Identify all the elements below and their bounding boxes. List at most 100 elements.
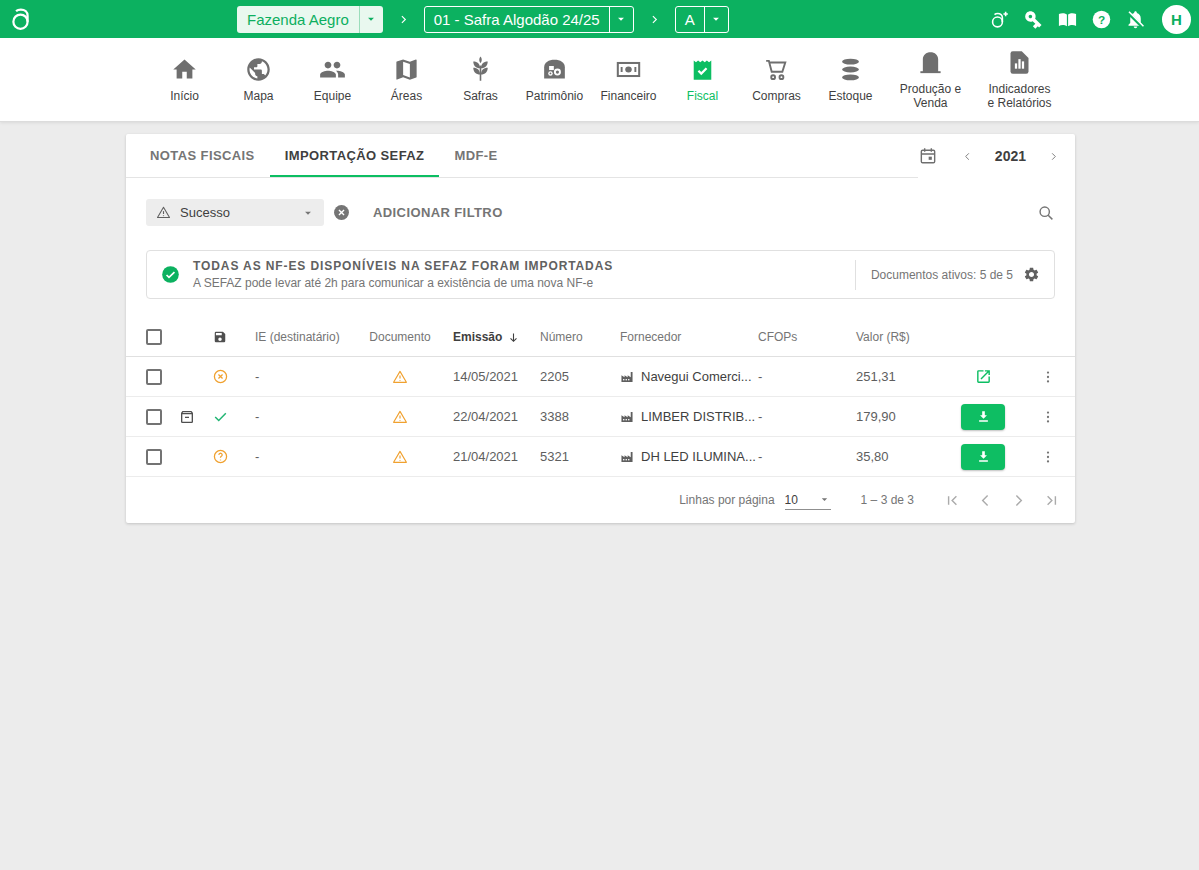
unit-selector-label: A [676, 11, 704, 28]
col-numero[interactable]: Número [532, 330, 610, 344]
row-menu-icon[interactable] [1040, 369, 1056, 385]
receipt-icon [689, 56, 716, 83]
top-bar: Fazenda Aegro 01 - Safra Algodão 24/25 A… [0, 0, 1199, 38]
download-button[interactable] [961, 404, 1005, 430]
cell-cfops: - [750, 409, 846, 424]
cart-icon [763, 56, 790, 83]
season-selector[interactable]: 01 - Safra Algodão 24/25 [424, 6, 634, 33]
table-header-row: IE (destinatário) Documento Emissão Núme… [126, 318, 1075, 357]
download-icon [976, 409, 991, 424]
year-next-icon[interactable] [1048, 151, 1059, 162]
open-external-icon[interactable] [975, 368, 992, 385]
banner-subtitle: A SEFAZ pode levar até 2h para comunicar… [193, 276, 613, 290]
calendar-icon[interactable] [918, 146, 938, 166]
add-account-icon[interactable] [989, 9, 1010, 30]
filter-chip-label: Sucesso [180, 205, 230, 220]
row-menu-icon[interactable] [1040, 409, 1056, 425]
farm-selector[interactable]: Fazenda Aegro [237, 6, 383, 33]
nav-item-mapa[interactable]: Mapa [224, 56, 294, 103]
row-checkbox[interactable] [146, 369, 162, 385]
gear-icon[interactable] [1023, 266, 1040, 283]
search-icon[interactable] [1037, 204, 1055, 222]
season-selector-caret[interactable] [609, 7, 633, 32]
col-documento[interactable]: Documento [369, 330, 430, 344]
document-warning-icon[interactable] [392, 369, 408, 385]
money-icon [615, 56, 642, 83]
farm-selector-caret[interactable] [359, 6, 383, 33]
silo-icon [917, 49, 944, 76]
tab-importacao-sefaz[interactable]: IMPORTAÇÃO SEFAZ [270, 134, 440, 177]
cell-valor: 35,80 [846, 449, 946, 464]
top-actions: H [989, 5, 1191, 34]
row-menu-icon[interactable] [1040, 449, 1056, 465]
help-icon[interactable] [1091, 9, 1112, 30]
add-filter-button[interactable]: ADICIONAR FILTRO [373, 205, 503, 220]
cell-emissao: 21/04/2021 [444, 449, 532, 464]
nav-item-estoque[interactable]: Estoque [816, 56, 886, 103]
home-icon [171, 56, 198, 83]
prev-page-button[interactable] [973, 488, 997, 512]
content-card: NOTAS FISCAIS IMPORTAÇÃO SEFAZ MDF-E 202… [126, 134, 1075, 523]
table-row: - 22/04/2021 3388 LIMBER DISTRIB... - 17… [126, 397, 1075, 437]
unit-selector[interactable]: A [675, 6, 729, 33]
nav-item-patrimonio[interactable]: Patrimônio [520, 56, 590, 103]
cell-ie: - [238, 409, 356, 424]
archive-icon [179, 409, 195, 425]
cell-ie: - [238, 449, 356, 464]
tab-notas-fiscais[interactable]: NOTAS FISCAIS [135, 134, 270, 177]
nav-item-equipe[interactable]: Equipe [298, 56, 368, 103]
nav-item-producao-venda[interactable]: Produção e Venda [890, 49, 972, 111]
select-all-checkbox[interactable] [146, 329, 162, 345]
next-page-button[interactable] [1006, 488, 1030, 512]
cell-numero: 3388 [532, 409, 610, 424]
year-prev-icon[interactable] [962, 151, 973, 162]
nav-item-safras[interactable]: Safras [446, 56, 516, 103]
sort-desc-icon [507, 331, 520, 344]
cell-numero: 2205 [532, 369, 610, 384]
document-warning-icon[interactable] [392, 409, 408, 425]
guide-book-icon[interactable] [1057, 9, 1078, 30]
download-button[interactable] [961, 444, 1005, 470]
clear-filter-icon[interactable] [333, 204, 350, 221]
col-ie[interactable]: IE (destinatário) [238, 330, 356, 344]
people-icon [319, 56, 346, 83]
notifications-off-icon[interactable] [1125, 9, 1146, 30]
main-nav: Início Mapa Equipe Áreas Safras Patrimôn… [0, 38, 1199, 122]
wheat-icon [467, 56, 494, 83]
cell-fornecedor: LIMBER DISTRIB... [610, 409, 750, 424]
nav-item-fiscal[interactable]: Fiscal [668, 56, 738, 103]
nav-item-areas[interactable]: Áreas [372, 56, 442, 103]
avatar[interactable]: H [1162, 5, 1191, 34]
row-checkbox[interactable] [146, 409, 162, 425]
col-cfops[interactable]: CFOPs [750, 330, 846, 344]
document-warning-icon[interactable] [392, 449, 408, 465]
globe-icon [245, 56, 272, 83]
filter-chip[interactable]: Sucesso [146, 199, 324, 226]
rows-per-page-select[interactable]: 10 [785, 490, 831, 510]
col-fornecedor[interactable]: Fornecedor [610, 330, 750, 344]
nav-item-inicio[interactable]: Início [150, 56, 220, 103]
filter-row: Sucesso ADICIONAR FILTRO [126, 178, 1075, 226]
warning-triangle-icon [156, 205, 171, 220]
cell-cfops: - [750, 449, 846, 464]
report-icon [1006, 49, 1033, 76]
aegro-logo-icon [8, 5, 36, 33]
first-page-button[interactable] [940, 488, 964, 512]
cell-numero: 5321 [532, 449, 610, 464]
col-valor[interactable]: Valor (R$) [846, 330, 946, 344]
nav-item-compras[interactable]: Compras [742, 56, 812, 103]
row-checkbox[interactable] [146, 449, 162, 465]
year-label: 2021 [995, 148, 1026, 164]
col-emissao[interactable]: Emissão [444, 330, 532, 344]
nav-item-indicadores[interactable]: Indicadores e Relatórios [976, 49, 1064, 111]
nav-item-financeiro[interactable]: Financeiro [594, 56, 664, 103]
breadcrumb-chevron-icon [398, 14, 409, 25]
documents-table: IE (destinatário) Documento Emissão Núme… [126, 318, 1075, 523]
chevron-down-icon [301, 206, 315, 220]
last-page-button[interactable] [1039, 488, 1063, 512]
unit-selector-caret[interactable] [704, 7, 728, 32]
key-icon[interactable] [1023, 9, 1044, 30]
tab-mdf-e[interactable]: MDF-E [439, 134, 512, 177]
download-icon [976, 449, 991, 464]
cell-fornecedor: Navegui Comerci... [610, 369, 750, 384]
